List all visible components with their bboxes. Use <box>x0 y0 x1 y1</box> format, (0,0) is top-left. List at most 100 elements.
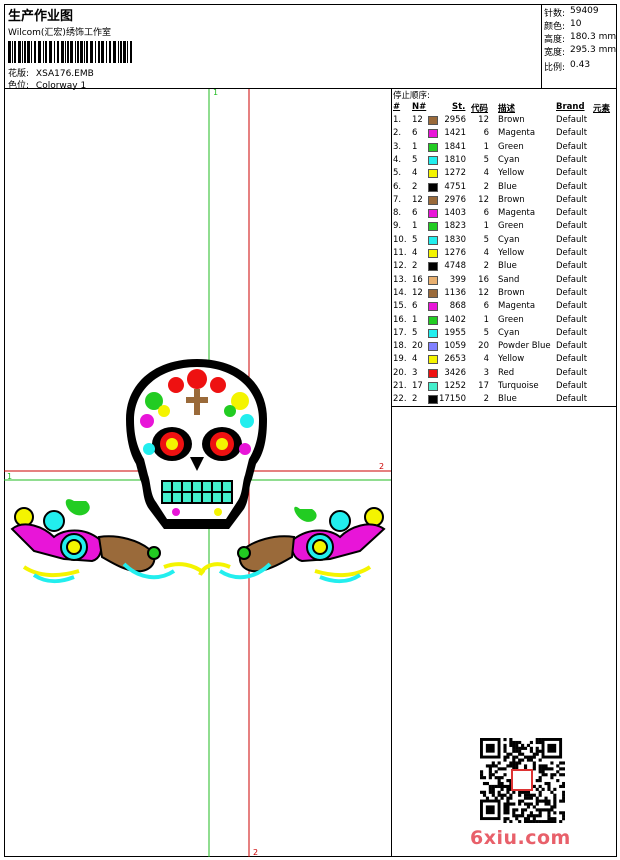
qr-module <box>521 752 525 756</box>
qr-module <box>518 749 522 753</box>
row-stitches: 399 <box>449 274 466 285</box>
qr-module <box>523 746 528 750</box>
qr-module <box>538 799 542 803</box>
qr-module <box>482 781 487 786</box>
table-row: 20. 3 3426 3 Red Default <box>392 368 617 381</box>
qr-module <box>480 773 484 777</box>
stats-box: 针数: 59409 颜色: 10 高度: 180.3 mm 宽度: 295.3 mm 比… <box>541 4 617 88</box>
qr-module <box>512 749 516 753</box>
color-swatch <box>428 142 438 152</box>
row-desc: Blue <box>498 261 517 272</box>
qr-module <box>518 740 522 745</box>
qr-module <box>535 738 539 742</box>
row-index: 6. <box>393 181 402 192</box>
table-row: 17. 5 1955 5 Cyan Default <box>392 328 617 341</box>
row-brand: Default <box>556 261 588 272</box>
qr-module <box>518 814 522 818</box>
qr-module <box>556 770 560 774</box>
barcode-bar <box>77 41 79 63</box>
qr-module <box>500 767 504 771</box>
qr-module <box>509 764 513 768</box>
row-code: 5 <box>483 327 489 338</box>
row-index: 13. <box>393 274 407 285</box>
col-header-brand: Brand <box>556 102 585 112</box>
qr-module <box>562 796 565 800</box>
row-brand: Default <box>556 394 588 405</box>
qr-module <box>497 784 501 789</box>
qr-module <box>538 790 542 794</box>
row-needle: 4 <box>412 354 418 365</box>
color-swatch <box>428 235 438 245</box>
qr-module <box>512 808 516 812</box>
color-swatch <box>428 288 438 298</box>
table-row: 13. 16 399 16 Sand Default <box>392 275 617 288</box>
table-row: 4. 5 1810 5 Cyan Default <box>392 155 617 168</box>
qr-module <box>553 805 557 809</box>
row-needle: 3 <box>412 367 418 378</box>
qr-module <box>559 773 563 777</box>
qr-module <box>532 805 536 809</box>
qr-module <box>494 776 498 780</box>
qr-module <box>562 811 565 815</box>
qr-module <box>538 811 542 815</box>
qr-module <box>509 743 513 747</box>
qr-module <box>535 787 539 791</box>
qr-module <box>538 820 542 823</box>
qr-module <box>521 790 525 794</box>
qr-module <box>480 776 484 780</box>
color-swatch <box>428 328 438 338</box>
qr-module <box>535 802 539 806</box>
qr-module <box>526 817 531 821</box>
qr-module <box>535 752 539 756</box>
qr-module <box>559 799 563 803</box>
table-row: 19. 4 2653 4 Yellow Default <box>392 354 617 367</box>
qr-module <box>553 787 557 791</box>
row-index: 19. <box>393 354 407 365</box>
qr-module <box>518 758 522 762</box>
row-needle: 12 <box>412 115 423 125</box>
qr-module <box>529 796 533 800</box>
row-index: 1. <box>393 115 402 125</box>
qr-module <box>529 758 533 762</box>
qr-module <box>521 808 525 812</box>
qr-module <box>503 802 507 806</box>
design-canvas: 1 2 1 2 <box>4 89 391 857</box>
qr-module <box>497 781 501 786</box>
qr-module <box>538 767 542 771</box>
row-needle: 12 <box>412 194 423 205</box>
qr-module <box>482 776 487 780</box>
row-stitches: 4751 <box>444 181 466 192</box>
qr-module <box>521 799 525 803</box>
qr-module <box>523 755 528 759</box>
barcode-bar <box>106 41 107 63</box>
qr-module <box>500 784 504 789</box>
qr-module <box>503 811 507 815</box>
barcode-bar <box>113 41 116 63</box>
qr-module <box>518 793 522 797</box>
qr-module <box>544 802 548 806</box>
barcode-bar <box>24 41 26 63</box>
qr-module <box>497 793 501 797</box>
row-brand: Default <box>556 248 588 258</box>
row-stitches: 1276 <box>444 248 466 258</box>
row-index: 4. <box>393 154 402 165</box>
qr-module <box>518 790 522 794</box>
qr-module <box>500 796 504 800</box>
qr-module <box>538 764 542 768</box>
qr-module <box>480 790 484 794</box>
qr-module <box>562 761 565 765</box>
qr-module <box>529 755 533 759</box>
qr-module <box>535 749 539 753</box>
row-index: 21. <box>393 381 407 391</box>
qr-module <box>503 773 507 777</box>
barcode-bar <box>90 41 93 63</box>
qr-module <box>547 817 551 821</box>
qr-module <box>532 793 536 797</box>
barcode-bar <box>109 41 111 63</box>
qr-module <box>488 784 492 789</box>
table-row: 6. 2 4751 2 Blue Default <box>392 182 617 195</box>
barcode-bar <box>70 41 73 63</box>
row-code: 1 <box>483 141 489 152</box>
qr-module <box>506 784 510 789</box>
qr-module <box>541 767 545 771</box>
